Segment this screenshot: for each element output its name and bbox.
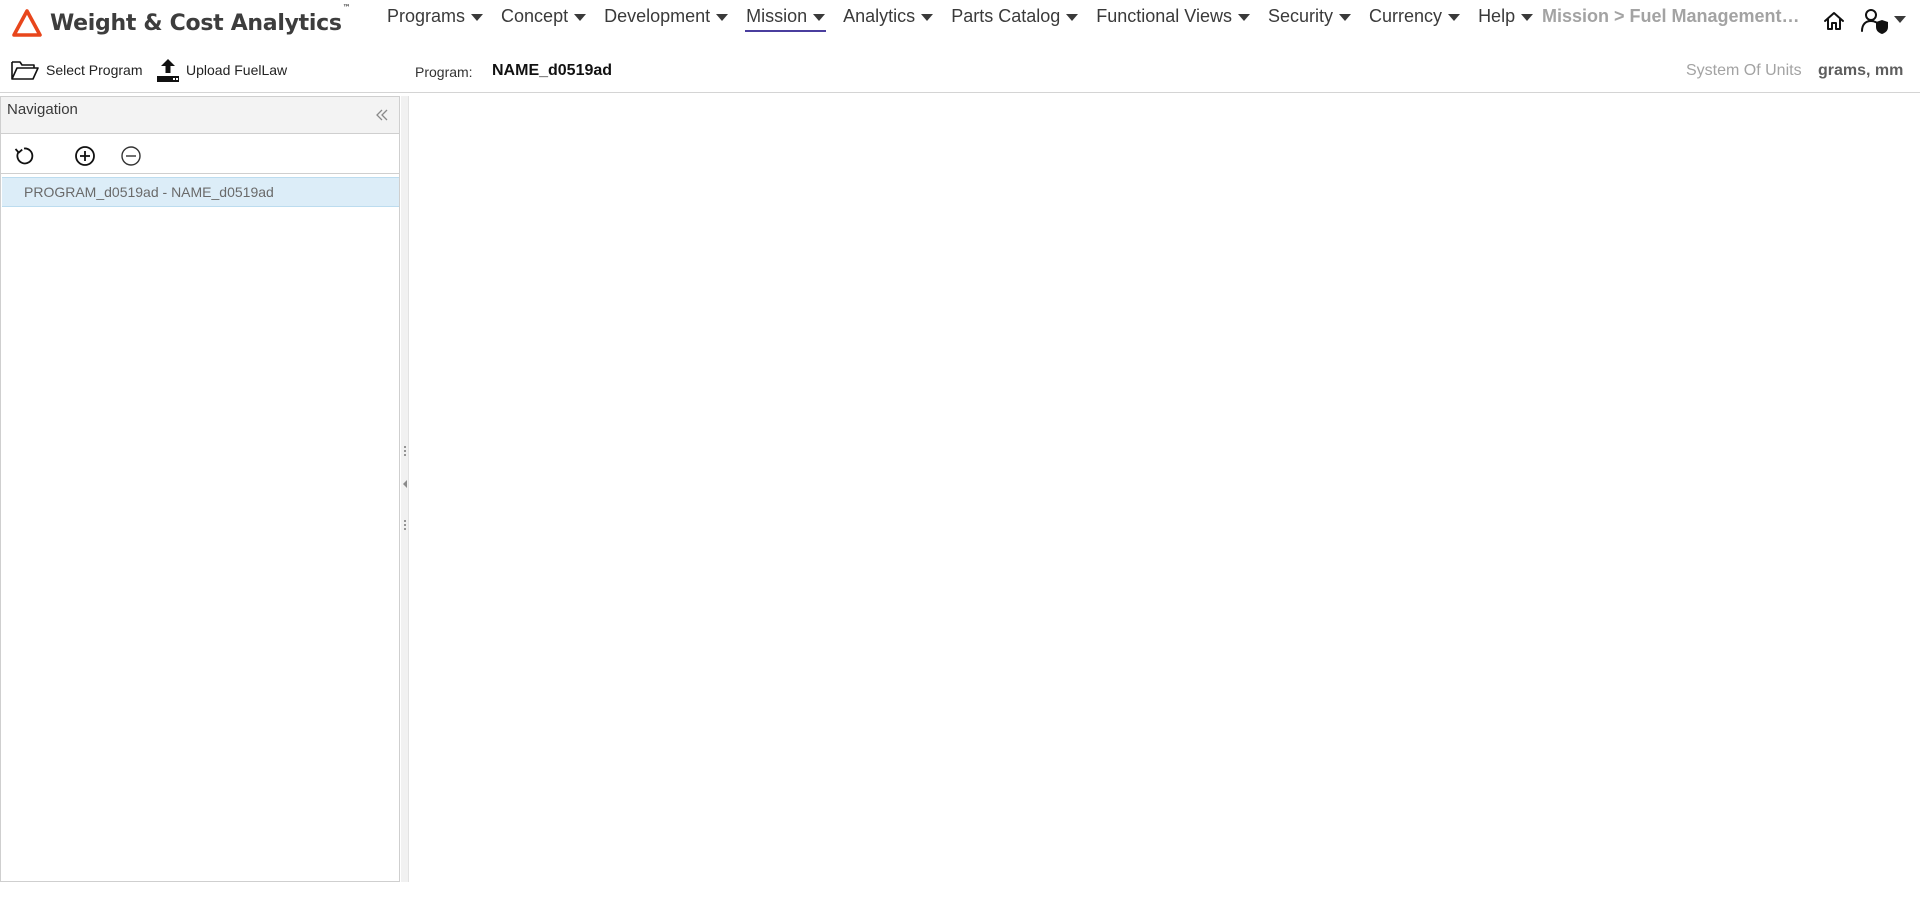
menu-label: Analytics <box>843 5 916 26</box>
caret-down-icon <box>1238 13 1250 21</box>
menu-label: Functional Views <box>1096 5 1232 26</box>
menu-analytics[interactable]: Analytics <box>834 0 942 32</box>
folder-open-icon <box>11 61 39 80</box>
menu-label: Currency <box>1369 5 1443 26</box>
menu-label: Parts Catalog <box>951 5 1061 26</box>
select-program-button[interactable]: Select Program <box>10 56 142 84</box>
menu-label: Development <box>604 5 711 26</box>
navigation-panel: Navigation PROGRAM_d0519ad - NAME_d0519a… <box>0 96 400 882</box>
caret-down-icon <box>813 13 826 21</box>
main-menu: Programs Concept Development Mission Ana… <box>378 0 1542 32</box>
plus-circle-icon[interactable] <box>73 144 97 168</box>
menu-label: Concept <box>501 5 569 26</box>
caret-down-icon <box>716 13 729 21</box>
tree-item-label: PROGRAM_d0519ad - NAME_d0519ad <box>24 184 274 200</box>
menu-concept[interactable]: Concept <box>492 0 595 32</box>
navigation-title: Navigation <box>7 101 78 118</box>
navigation-tools <box>1 134 399 174</box>
caret-down-icon <box>1066 13 1079 21</box>
program-toolbar: Select Program Upload FuelLaw Program: N… <box>0 52 1920 88</box>
menu-functional-views[interactable]: Functional Views <box>1087 0 1259 32</box>
grip-dots-icon <box>404 520 406 530</box>
caret-down-icon <box>1448 13 1461 21</box>
navigation-header: Navigation <box>1 97 399 134</box>
caret-down-icon <box>1894 15 1906 23</box>
delta-logo-icon <box>12 9 42 37</box>
breadcrumb: Mission > Fuel Management > Fuel Law <box>1542 6 1802 26</box>
caret-down-icon <box>921 13 934 21</box>
trademark-mark: ™ <box>342 2 351 12</box>
caret-down-icon <box>574 13 587 21</box>
tree-item-program[interactable]: PROGRAM_d0519ad - NAME_d0519ad <box>2 177 399 207</box>
select-program-label: Select Program <box>46 62 143 78</box>
grip-dots-icon <box>404 446 406 456</box>
upload-fuellaw-button[interactable]: Upload FuelLaw <box>156 56 287 84</box>
collapse-left-arrow-icon[interactable] <box>401 470 409 498</box>
user-shield-icon <box>1861 9 1888 34</box>
menu-mission[interactable]: Mission <box>737 0 834 32</box>
menu-label: Security <box>1268 5 1334 26</box>
caret-down-icon <box>471 13 484 21</box>
menu-parts-catalog[interactable]: Parts Catalog <box>942 0 1087 32</box>
upload-fuellaw-label: Upload FuelLaw <box>186 62 288 78</box>
minus-circle-icon[interactable] <box>119 144 143 168</box>
menu-development[interactable]: Development <box>595 0 737 32</box>
system-of-units-value[interactable]: grams, mm <box>1818 62 1903 80</box>
brand[interactable]: Weight & Cost Analytics™ <box>12 3 351 39</box>
caret-down-icon <box>1339 13 1352 21</box>
app-title: Weight & Cost Analytics™ <box>50 3 351 36</box>
menu-label: Mission <box>746 5 808 26</box>
menu-help[interactable]: Help <box>1469 0 1542 32</box>
panel-splitter[interactable] <box>401 96 409 882</box>
system-of-units-label: System Of Units <box>1686 62 1802 79</box>
upload-icon <box>157 59 179 82</box>
top-navigation-bar: Weight & Cost Analytics™ Programs Concep… <box>0 0 1920 46</box>
double-chevron-left-icon[interactable] <box>375 108 389 122</box>
user-menu-button[interactable] <box>1860 7 1908 35</box>
menu-currency[interactable]: Currency <box>1360 0 1469 32</box>
menu-security[interactable]: Security <box>1259 0 1360 32</box>
program-value: NAME_d0519ad <box>492 62 613 79</box>
menu-label: Programs <box>387 5 466 26</box>
menu-label: Help <box>1478 5 1516 26</box>
program-label: Program: <box>415 64 473 80</box>
menu-programs[interactable]: Programs <box>378 0 492 32</box>
main-content-area <box>410 96 1920 882</box>
caret-down-icon <box>1521 13 1534 21</box>
refresh-icon[interactable] <box>12 144 36 168</box>
toolbar-divider <box>0 92 1920 93</box>
app-title-text: Weight & Cost Analytics <box>50 10 342 36</box>
navigation-tree: PROGRAM_d0519ad - NAME_d0519ad <box>1 174 399 207</box>
home-icon[interactable] <box>1822 9 1846 33</box>
